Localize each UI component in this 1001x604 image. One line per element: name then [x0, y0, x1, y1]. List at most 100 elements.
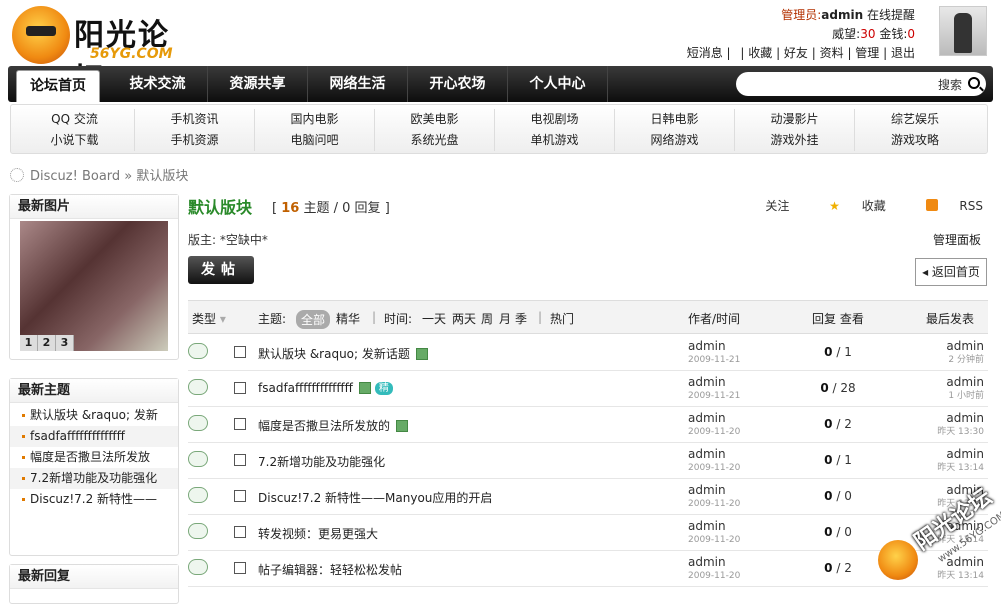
- reply-count-label: 回复: [354, 201, 381, 216]
- thread-title[interactable]: 默认版块 &raquo; 发新话题: [258, 345, 428, 362]
- subnav-qq[interactable]: QQ 交流: [15, 109, 134, 130]
- thread-checkbox[interactable]: [234, 454, 246, 466]
- nav-home[interactable]: 论坛首页: [16, 70, 100, 102]
- author-name[interactable]: admin: [688, 483, 726, 497]
- type-filter[interactable]: 类型 ▾: [192, 310, 226, 327]
- reply-count: 0: [824, 489, 833, 503]
- subnav-single-game[interactable]: 单机游戏: [495, 130, 614, 151]
- favorite-button[interactable]: ★ 收藏: [811, 199, 886, 213]
- last-post-user[interactable]: admin: [946, 339, 984, 353]
- thread-checkbox[interactable]: [234, 346, 246, 358]
- time-month[interactable]: 月: [499, 310, 511, 327]
- subnav-pc-qa[interactable]: 电脑问吧: [255, 130, 374, 151]
- search-input[interactable]: 搜索: [736, 72, 986, 96]
- time-season[interactable]: 季: [515, 310, 527, 327]
- filter-all[interactable]: 全部: [296, 310, 331, 329]
- thread-row[interactable]: Discuz!7.2 新特性——Manyou应用的开启 admin 2009-11-…: [188, 479, 988, 515]
- link-favorites[interactable]: 收藏: [748, 46, 772, 60]
- sidebar-topic[interactable]: fsadfaffffffffffffff: [10, 426, 178, 447]
- thread-row[interactable]: 幅度是否撒旦法所发放的 admin 2009-11-20 0 / 2 admin 昨天 1…: [188, 407, 988, 443]
- thread-title[interactable]: 幅度是否撒旦法所发放的: [258, 417, 409, 434]
- thread-checkbox[interactable]: [234, 418, 246, 430]
- subnav-west-movie[interactable]: 欧美电影: [375, 109, 494, 130]
- search-label[interactable]: 搜索: [938, 76, 962, 93]
- link-admin[interactable]: 管理: [855, 46, 879, 60]
- last-post-user[interactable]: admin: [946, 411, 984, 425]
- nav-life[interactable]: 网络生活: [308, 66, 408, 102]
- author-name[interactable]: admin: [688, 375, 726, 389]
- author-name[interactable]: admin: [688, 339, 726, 353]
- username[interactable]: admin: [821, 8, 863, 22]
- subnav-phone-res[interactable]: 手机资源: [135, 130, 254, 151]
- thread-checkbox[interactable]: [234, 382, 246, 394]
- last-post-user[interactable]: admin: [946, 375, 984, 389]
- pager-1[interactable]: 1: [20, 335, 38, 351]
- search-icon[interactable]: [968, 77, 980, 89]
- last-post-time[interactable]: 昨天 13:30: [937, 425, 984, 439]
- sidebar-topic[interactable]: 幅度是否撒旦法所发放: [10, 447, 178, 468]
- nav-resources[interactable]: 资源共享: [208, 66, 308, 102]
- link-friends[interactable]: 好友: [784, 46, 808, 60]
- subnav-game-hack[interactable]: 游戏外挂: [735, 130, 854, 151]
- thread-row[interactable]: 7.2新增功能及功能强化 admin 2009-11-20 0 / 1 admin 昨天 …: [188, 443, 988, 479]
- site-logo[interactable]: 阳光论坛 56YG.COM: [12, 4, 192, 97]
- nav-farm[interactable]: 开心农场: [408, 66, 508, 102]
- new-post-button[interactable]: 发帖: [188, 256, 254, 284]
- logo-url: 56YG.COM: [90, 46, 173, 62]
- link-profile[interactable]: 资料: [820, 46, 844, 60]
- subnav-tv[interactable]: 电视剧场: [495, 109, 614, 130]
- last-post-time[interactable]: 2 分钟前: [946, 353, 984, 367]
- filter-hot[interactable]: 热门: [550, 310, 574, 327]
- thread-row[interactable]: 帖子编辑器：轻轻松松发帖 admin 2009-11-20 0 / 2 admin 昨天 …: [188, 551, 988, 587]
- last-post-user[interactable]: admin: [946, 447, 984, 461]
- link-messages[interactable]: 短消息: [687, 46, 723, 60]
- nav-tech[interactable]: 技术交流: [108, 66, 208, 102]
- home-icon[interactable]: [10, 168, 24, 182]
- sidebar-topic[interactable]: 默认版块 &raquo; 发新: [10, 405, 178, 426]
- thread-title[interactable]: 7.2新增功能及功能强化: [258, 453, 385, 470]
- time-week[interactable]: 周: [481, 310, 493, 327]
- thread-checkbox[interactable]: [234, 562, 246, 574]
- sidebar-topic[interactable]: Discuz!7.2 新特性——: [10, 489, 178, 510]
- subnav-phone-news[interactable]: 手机资讯: [135, 109, 254, 130]
- time-two-days[interactable]: 两天: [452, 310, 476, 327]
- link-logout[interactable]: 退出: [891, 46, 915, 60]
- author-name[interactable]: admin: [688, 447, 726, 461]
- subnav-variety[interactable]: 综艺娱乐: [855, 109, 975, 130]
- nav-personal[interactable]: 个人中心: [508, 66, 608, 102]
- author-name[interactable]: admin: [688, 555, 726, 569]
- avatar[interactable]: [939, 6, 987, 56]
- thread-title[interactable]: 转发视频：更易更强大: [258, 525, 378, 542]
- thread-title[interactable]: fsadfaffffffffffffff 精: [258, 381, 393, 395]
- pager-3[interactable]: 3: [56, 335, 74, 351]
- time-day[interactable]: 一天: [422, 310, 446, 327]
- sidebar-topic[interactable]: 7.2新增功能及功能强化: [10, 468, 178, 489]
- thread-checkbox[interactable]: [234, 526, 246, 538]
- filter-digest[interactable]: 精华: [336, 310, 360, 327]
- thread-row[interactable]: 默认版块 &raquo; 发新话题 admin 2009-11-21 0 / 1 adm…: [188, 335, 988, 371]
- online-reminder[interactable]: 在线提醒: [867, 8, 915, 22]
- breadcrumb-home[interactable]: Discuz! Board: [30, 169, 120, 184]
- subnav-os-disc[interactable]: 系统光盘: [375, 130, 494, 151]
- pager-2[interactable]: 2: [38, 335, 56, 351]
- subnav-novel[interactable]: 小说下载: [15, 130, 134, 151]
- subnav-online-game[interactable]: 网络游戏: [615, 130, 734, 151]
- latest-picture-image[interactable]: 1 2 3: [20, 221, 168, 351]
- follow-button[interactable]: 关注: [765, 199, 789, 213]
- thread-row[interactable]: fsadfaffffffffffffff 精 admin 2009-11-21 0 / …: [188, 371, 988, 407]
- back-home-button[interactable]: ◂ 返回首页: [915, 258, 987, 286]
- thread-checkbox[interactable]: [234, 490, 246, 502]
- subnav-anime[interactable]: 动漫影片: [735, 109, 854, 130]
- rss-button[interactable]: RSS: [908, 199, 983, 213]
- subnav-cn-movie[interactable]: 国内电影: [255, 109, 374, 130]
- author-name[interactable]: admin: [688, 411, 726, 425]
- subnav-game-guide[interactable]: 游戏攻略: [855, 130, 975, 151]
- thread-title[interactable]: 帖子编辑器：轻轻松松发帖: [258, 561, 402, 578]
- back-home-label: 返回首页: [931, 265, 980, 279]
- thread-row[interactable]: 转发视频：更易更强大 admin 2009-11-20 0 / 0 admin 昨天 13…: [188, 515, 988, 551]
- thread-title[interactable]: Discuz!7.2 新特性——Manyou应用的开启: [258, 489, 492, 506]
- mod-panel-link[interactable]: 管理面板: [933, 231, 981, 248]
- author-name[interactable]: admin: [688, 519, 726, 533]
- subnav-jk-movie[interactable]: 日韩电影: [615, 109, 734, 130]
- last-post-time[interactable]: 1 小时前: [946, 389, 984, 403]
